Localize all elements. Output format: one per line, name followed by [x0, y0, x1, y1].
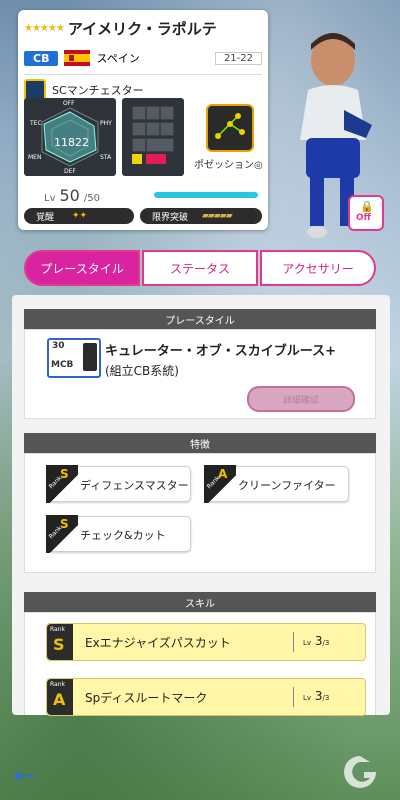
rank-badge-icon: Rank A: [47, 679, 73, 715]
lock-icon: 🔒: [360, 200, 374, 213]
position-map[interactable]: [122, 98, 184, 176]
tab-play-style[interactable]: プレースタイル: [24, 250, 140, 286]
position-style-label: ポゼッション◎: [194, 160, 263, 171]
skill-level: Lv 3/3: [303, 689, 330, 703]
club-name: SCマンチェスター: [52, 84, 144, 97]
tab-accessory[interactable]: アクセサリー: [260, 250, 376, 286]
skill-item[interactable]: Rank A Spディスルートマーク Lv 3/3: [46, 678, 366, 716]
position-marker-secondary: [132, 154, 142, 164]
stat-label-tec: TEC: [30, 120, 42, 127]
stat-label-off: OFF: [63, 100, 75, 107]
rarity-stars: ★★★★★: [24, 23, 65, 34]
level-progress-bar: [154, 192, 258, 198]
level-max: /50: [83, 193, 100, 204]
detail-button[interactable]: 詳細確認: [247, 386, 355, 412]
feature-item[interactable]: Rank S ディフェンスマスター: [46, 465, 191, 503]
play-style-title: キュレーター・オブ・スカイブルース+: [105, 344, 336, 359]
features-header: 特徴: [24, 433, 376, 453]
divider: [293, 687, 294, 707]
watermark-logo-icon: [344, 756, 376, 788]
play-style-section: 30 MCB キュレーター・オブ・スカイブルース+ (組立CB系統) 詳細確認: [24, 329, 376, 419]
skill-label: Spディスルートマーク: [85, 691, 208, 705]
divider: [293, 632, 294, 652]
position-marker-primary: [146, 154, 166, 164]
player-name: アイメリク・ラポルテ: [67, 20, 217, 38]
lock-toggle-label: Off: [356, 213, 371, 223]
feature-item[interactable]: Rank A クリーンファイター: [204, 465, 349, 503]
back-button[interactable]: ←: [0, 752, 48, 800]
level-display: Lv 50 /50: [44, 186, 100, 205]
stat-label-men: MEN: [28, 154, 42, 161]
season-badge: 21-22: [214, 51, 262, 65]
skills-header: スキル: [24, 592, 376, 612]
feature-label: クリーンファイター: [238, 479, 336, 492]
skill-level: Lv 3/3: [303, 634, 330, 648]
formation-icon: [206, 104, 254, 152]
limit-break-label: 限界突破: [152, 212, 189, 223]
play-style-header: プレースタイル: [24, 309, 376, 329]
tab-status[interactable]: ステータス: [142, 250, 258, 286]
stat-radar[interactable]: OFF TEC PHY MEN STA DEF 11822: [24, 98, 116, 176]
play-style-icon: 30 MCB: [47, 338, 101, 378]
rank-badge-icon: Rank S: [47, 624, 73, 660]
nationality: スペイン: [96, 52, 140, 65]
feature-label: ディフェンスマスター: [80, 479, 189, 492]
stat-label-phy: PHY: [100, 120, 112, 127]
awakening-label: 覚醒: [36, 212, 55, 223]
stat-label-def: DEF: [64, 168, 76, 175]
rank-badge-icon: Rank A: [204, 465, 236, 503]
level-value: 50: [59, 186, 80, 205]
overall-rating: 11822: [54, 136, 89, 149]
awakening-stars-icon: ✦✦: [72, 211, 88, 221]
rank-badge-icon: Rank S: [46, 515, 78, 553]
feature-label: チェック&カット: [80, 529, 166, 542]
skill-item[interactable]: Rank S Exエナジャイズパスカット Lv 3/3: [46, 623, 366, 661]
position-badge: CB: [24, 50, 59, 66]
main-panel: プレースタイル 30 MCB キュレーター・オブ・スカイブルース+ (組立CB系…: [12, 295, 390, 716]
play-style-number: 30: [52, 341, 65, 351]
features-section: Rank S ディフェンスマスター Rank A クリーンファイター Rank S チ…: [24, 453, 376, 573]
feature-item[interactable]: Rank S チェック&カット: [46, 515, 191, 553]
lock-toggle-button[interactable]: 🔒 Off: [348, 195, 384, 231]
level-label: Lv: [44, 193, 56, 204]
limit-break-badge: 限界突破 ▰▰▰▰▰: [140, 208, 262, 224]
player-card: ★★★★★ アイメリク・ラポルテ CB スペイン 21-22 SCマンチェスター…: [18, 10, 268, 230]
detail-tabs: プレースタイル ステータス アクセサリー: [24, 250, 376, 286]
limit-break-bars-icon: ▰▰▰▰▰: [202, 211, 233, 221]
possession-style[interactable]: ポゼッション◎: [192, 98, 268, 176]
play-style-position: MCB: [51, 360, 74, 370]
skill-label: Exエナジャイズパスカット: [85, 636, 231, 650]
stat-label-sta: STA: [100, 154, 112, 161]
play-style-subtitle: (組立CB系統): [105, 364, 179, 378]
awakening-badge: 覚醒 ✦✦: [24, 208, 134, 224]
rank-badge-icon: Rank S: [46, 465, 78, 503]
spain-flag-icon: [64, 50, 91, 66]
player-silhouette-icon: [83, 343, 97, 371]
